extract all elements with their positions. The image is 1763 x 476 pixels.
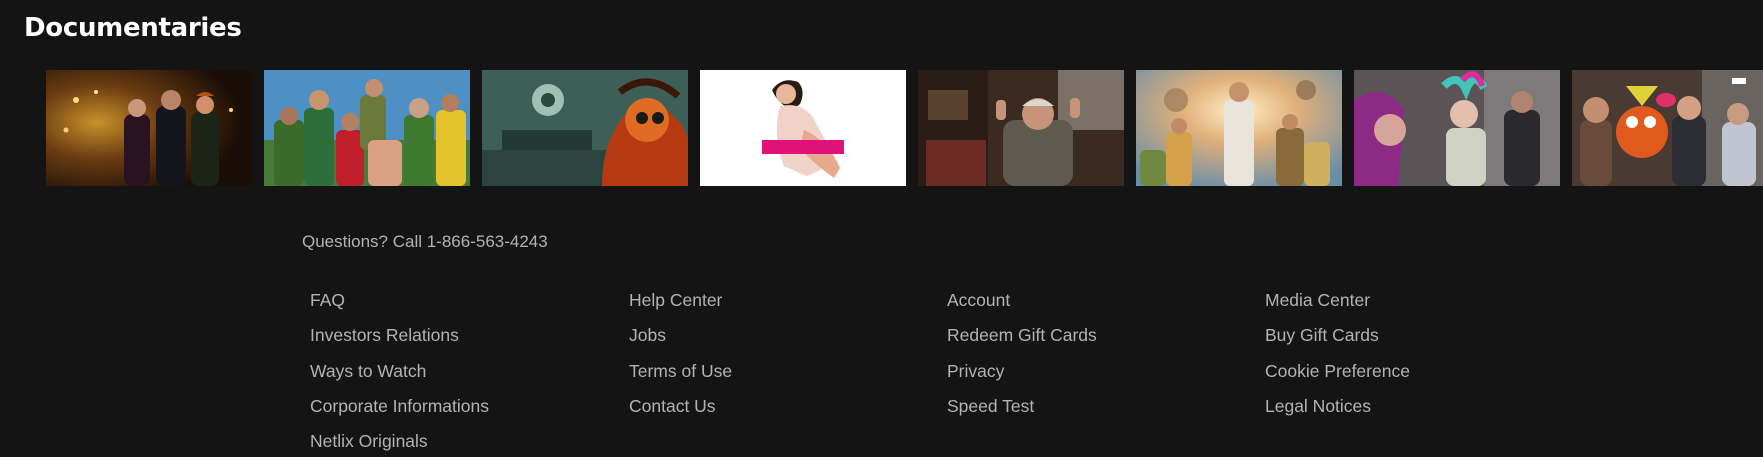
footer-link-corporate-informations[interactable]: Corporate Informations bbox=[310, 394, 610, 429]
footer-link-account[interactable]: Account bbox=[947, 288, 1247, 323]
movie-thumbnail-image bbox=[700, 70, 906, 186]
footer-link-buy-gift-cards[interactable]: Buy Gift Cards bbox=[1265, 323, 1565, 358]
footer-link-help-center[interactable]: Help Center bbox=[629, 288, 929, 323]
movie-thumbnail[interactable] bbox=[700, 70, 906, 186]
movie-thumbnail[interactable] bbox=[482, 70, 688, 186]
page: Documentaries Questions? Call 1-866-563-… bbox=[0, 0, 1763, 457]
footer-column-4: Media Center Buy Gift Cards Cookie Prefe… bbox=[1265, 288, 1565, 429]
footer-link-jobs[interactable]: Jobs bbox=[629, 323, 929, 358]
footer-link-faq[interactable]: FAQ bbox=[310, 288, 610, 323]
footer-link-investors-relations[interactable]: Investors Relations bbox=[310, 323, 610, 358]
footer-link-contact-us[interactable]: Contact Us bbox=[629, 394, 929, 429]
footer-link-ways-to-watch[interactable]: Ways to Watch bbox=[310, 359, 610, 394]
footer-phone-question: Questions? Call 1-866-563-4243 bbox=[302, 232, 548, 251]
movie-thumbnail-image bbox=[46, 70, 252, 186]
movie-thumbnail[interactable] bbox=[1572, 70, 1763, 186]
movie-thumbnail[interactable] bbox=[918, 70, 1124, 186]
movie-thumbnail[interactable] bbox=[46, 70, 252, 186]
footer-link-media-center[interactable]: Media Center bbox=[1265, 288, 1565, 323]
footer-link-legal-notices[interactable]: Legal Notices bbox=[1265, 394, 1565, 429]
movie-thumbnail[interactable] bbox=[1136, 70, 1342, 186]
footer-link-redeem-gift-cards[interactable]: Redeem Gift Cards bbox=[947, 323, 1247, 358]
footer-column-2: Help Center Jobs Terms of Use Contact Us bbox=[629, 288, 929, 429]
movie-thumbnail-image bbox=[1572, 70, 1763, 186]
footer-link-speed-test[interactable]: Speed Test bbox=[947, 394, 1247, 429]
footer-column-1: FAQ Investors Relations Ways to Watch Co… bbox=[310, 288, 610, 464]
movie-thumbnail-image bbox=[918, 70, 1124, 186]
movie-thumbnail[interactable] bbox=[264, 70, 470, 186]
censor-bar bbox=[762, 140, 844, 154]
footer-link-cookie-preference[interactable]: Cookie Preference bbox=[1265, 359, 1565, 394]
footer-link-terms-of-use[interactable]: Terms of Use bbox=[629, 359, 929, 394]
footer-link-privacy[interactable]: Privacy bbox=[947, 359, 1247, 394]
row-title: Documentaries bbox=[24, 13, 242, 43]
movie-thumbnail-image bbox=[1354, 70, 1560, 186]
thumbnail-row bbox=[46, 70, 1763, 186]
movie-thumbnail[interactable] bbox=[1354, 70, 1560, 186]
movie-thumbnail-image bbox=[264, 70, 470, 186]
movie-thumbnail-image bbox=[1136, 70, 1342, 186]
footer-link-netlix-originals[interactable]: Netlix Originals bbox=[310, 429, 610, 464]
footer-column-3: Account Redeem Gift Cards Privacy Speed … bbox=[947, 288, 1247, 429]
movie-thumbnail-image bbox=[482, 70, 688, 186]
